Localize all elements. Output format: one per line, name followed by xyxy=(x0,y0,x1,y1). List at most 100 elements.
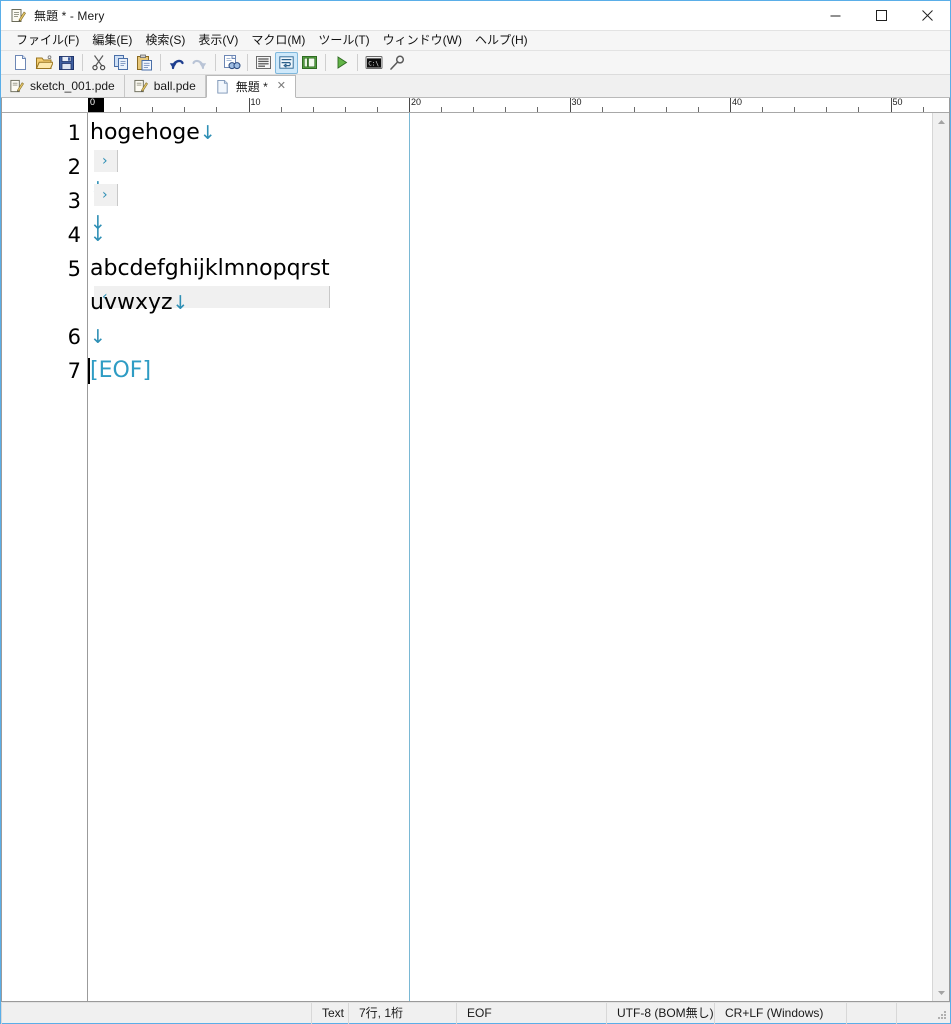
ruler-minor-tick xyxy=(152,107,154,112)
tab-ball-pde[interactable]: ball.pde xyxy=(124,75,206,97)
ruler-minor-tick xyxy=(537,107,539,112)
menu-file[interactable]: ファイル(F) xyxy=(10,31,86,50)
line-number: 2 xyxy=(67,155,81,179)
copy-icon[interactable] xyxy=(110,52,133,74)
mery-document-pencil-icon xyxy=(9,79,24,94)
pin-tool-icon[interactable] xyxy=(385,52,408,74)
svg-text:C:\: C:\ xyxy=(368,61,379,68)
toolbar-separator-2 xyxy=(160,54,161,71)
ruler-gutter-spacer xyxy=(2,98,88,112)
tab-untitled[interactable]: 無題 * ✕ xyxy=(205,75,297,98)
code-line[interactable]: hogehoge↓ xyxy=(90,116,216,150)
line-numbers-icon[interactable] xyxy=(252,52,275,74)
resize-grip-icon[interactable] xyxy=(936,1009,948,1021)
tab-label: 無題 * xyxy=(235,79,268,94)
tab-sketch-001-pde[interactable]: sketch_001.pde xyxy=(1,75,125,97)
ruler-label: 20 xyxy=(411,98,422,107)
paste-clipboard-icon[interactable] xyxy=(133,52,156,74)
code-line[interactable]: ↓ xyxy=(90,320,106,354)
ruler-minor-tick xyxy=(120,107,122,112)
toolbar-separator-5 xyxy=(325,54,326,71)
status-extra-1 xyxy=(846,1002,896,1024)
ruler-minor-tick xyxy=(344,107,346,112)
ruler-minor-tick xyxy=(473,107,475,112)
undo-arrow-icon[interactable] xyxy=(165,52,188,74)
close-icon[interactable]: ✕ xyxy=(277,81,286,92)
redo-arrow-icon[interactable] xyxy=(188,52,211,74)
title-bar: 無題 * - Mery xyxy=(1,1,950,30)
close-icon[interactable] xyxy=(904,1,950,30)
code-line[interactable]: uvwxyz↓ xyxy=(90,286,188,320)
find-binoculars-icon[interactable] xyxy=(220,52,243,74)
eof-line[interactable]: [EOF] xyxy=(90,354,151,388)
scroll-down-icon[interactable] xyxy=(933,984,949,1001)
line-number-gutter: 1 2 3 4 5 6 7 xyxy=(2,113,88,1001)
line-number: 3 xyxy=(67,189,81,213)
console-cmd-icon[interactable]: C:\ xyxy=(362,52,385,74)
line-text: abcdefghijklmnopqrst xyxy=(90,256,330,281)
window-title: 無題 * - Mery xyxy=(34,9,105,23)
tab-label: sketch_001.pde xyxy=(30,79,115,93)
ruler-minor-tick xyxy=(312,107,314,112)
menu-view[interactable]: 表示(V) xyxy=(192,31,245,50)
ruler-minor-tick xyxy=(633,107,635,112)
menu-search[interactable]: 検索(S) xyxy=(139,31,192,50)
save-icon[interactable] xyxy=(55,52,78,74)
mery-document-pencil-icon xyxy=(133,79,148,94)
menu-help[interactable]: ヘルプ(H) xyxy=(469,31,535,50)
scroll-up-icon[interactable] xyxy=(933,113,949,130)
tab-marker: › xyxy=(94,184,118,206)
open-folder-icon[interactable] xyxy=(32,52,55,74)
ruler-caret-column-highlight: 0 xyxy=(88,98,104,112)
status-extra-2 xyxy=(896,1002,936,1024)
newline-marker: ↓ xyxy=(90,326,106,348)
ruler-label: 10 xyxy=(250,98,261,107)
ruler-minor-tick xyxy=(216,107,218,112)
cut-scissors-icon[interactable] xyxy=(87,52,110,74)
status-cursor-position: 7行, 1桁 xyxy=(348,1002,456,1024)
toolbar-separator-6 xyxy=(357,54,358,71)
outline-panel-icon[interactable] xyxy=(298,52,321,74)
column-ruler: 0 10 20 30 40 50 xyxy=(88,98,949,112)
line-number: 6 xyxy=(67,325,81,349)
word-wrap-icon[interactable] xyxy=(275,51,298,74)
line-text: hogehoge xyxy=(90,120,200,145)
menu-bar: ファイル(F) 編集(E) 検索(S) 表示(V) マクロ(M) ツール(T) … xyxy=(1,30,950,51)
maximize-icon[interactable] xyxy=(858,1,904,30)
menu-macro[interactable]: マクロ(M) xyxy=(245,31,312,50)
tab-label: ball.pde xyxy=(153,79,196,93)
line-number: 4 xyxy=(67,223,81,247)
minimize-icon[interactable] xyxy=(812,1,858,30)
status-linebreak: CR+LF (Windows) xyxy=(714,1002,846,1024)
menu-tools[interactable]: ツール(T) xyxy=(312,31,376,50)
run-play-icon[interactable] xyxy=(330,52,353,74)
status-encoding: UTF-8 (BOM無し) xyxy=(606,1002,714,1024)
ruler-row: 0 10 20 30 40 50 xyxy=(2,98,949,113)
ruler-minor-tick xyxy=(280,107,282,112)
blank-document-icon xyxy=(215,79,230,94)
status-eol-state: EOF xyxy=(456,1002,606,1024)
newline-marker: ↓ xyxy=(172,292,189,314)
ruler-minor-tick xyxy=(697,107,699,112)
ruler-minor-tick xyxy=(762,107,764,112)
code-line[interactable]: ›↓ xyxy=(90,184,164,234)
menu-window[interactable]: ウィンドウ(W) xyxy=(377,31,469,50)
new-file-icon[interactable] xyxy=(9,52,32,74)
editor-body: 1234567 hogehoge↓›↓›↓↓abcdefghijklmnopqr… xyxy=(2,113,949,1001)
code-line[interactable]: abcdefghijklmnopqrst ‹ xyxy=(90,252,330,308)
mery-document-pencil-icon xyxy=(10,8,26,24)
ruler-minor-tick xyxy=(826,107,828,112)
status-spacer xyxy=(1,1002,311,1024)
ruler-minor-tick xyxy=(858,107,860,112)
ruler-label: 0 xyxy=(90,98,96,107)
ruler-minor-tick xyxy=(441,107,443,112)
code-line[interactable]: ↓ xyxy=(90,218,106,252)
ruler-minor-tick xyxy=(665,107,667,112)
vertical-scrollbar[interactable] xyxy=(932,113,949,1001)
text-editing-surface[interactable]: hogehoge↓›↓›↓↓abcdefghijklmnopqrst‹uvwxy… xyxy=(88,113,949,1001)
mery-editor-window: 無題 * - Mery ファイル(F) 編集(E) 検索(S) 表示(V) マク… xyxy=(0,0,951,1024)
newline-marker: ↓ xyxy=(90,224,106,246)
ruler-label: 40 xyxy=(732,98,743,107)
ruler-minor-tick xyxy=(922,107,924,112)
menu-edit[interactable]: 編集(E) xyxy=(86,31,139,50)
